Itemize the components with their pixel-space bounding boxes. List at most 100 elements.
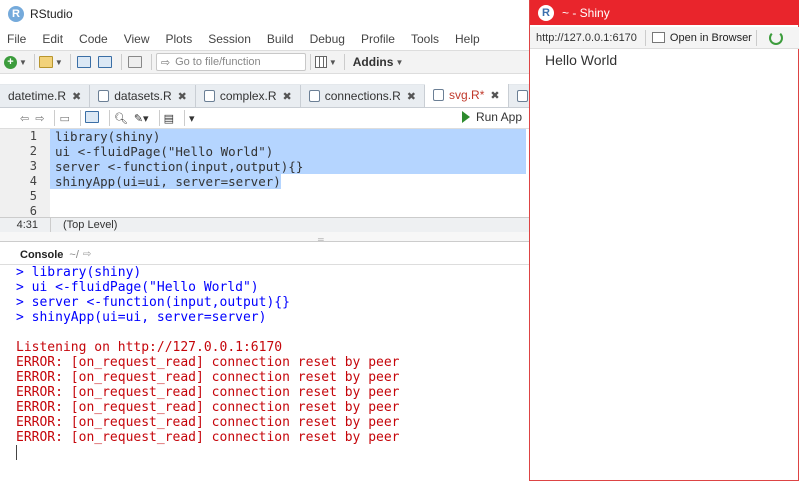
goto-directory-icon[interactable]: ⇨ [83, 249, 91, 260]
menu-session[interactable]: Session [200, 29, 259, 49]
tab-complex[interactable]: complex.R ✖ [195, 85, 301, 107]
toolbar-divider [108, 110, 110, 126]
compile-report-button[interactable]: ▤ [164, 112, 174, 125]
tab-label: datetime.R [8, 89, 67, 103]
open-file-button[interactable]: ▼ [38, 53, 63, 71]
code-line: ui <-fluidPage("Hello World") [50, 144, 526, 159]
folder-icon [38, 56, 53, 68]
shiny-window-title: ~ - Shiny [562, 5, 610, 20]
toolbar-divider [69, 54, 71, 70]
save-button[interactable] [75, 53, 93, 71]
chevron-down-icon: ▼ [19, 57, 27, 67]
console-error-line: ERROR: [on_request_read] connection rese… [16, 370, 400, 385]
console-output[interactable]: > library(shiny) > ui <-fluidPage("Hello… [0, 265, 530, 481]
run-app-button[interactable]: Run App [461, 110, 522, 124]
cursor-position: 4:31 [16, 219, 38, 231]
app-title: RStudio [30, 6, 73, 21]
line-number: 4 [29, 174, 37, 188]
close-icon[interactable]: ✖ [178, 90, 187, 103]
save-all-icon [97, 56, 112, 68]
tab-connections[interactable]: connections.R ✖ [300, 85, 426, 107]
print-icon [127, 56, 142, 68]
goto-placeholder: Go to file/function [175, 56, 261, 68]
open-in-browser-button[interactable]: Open in Browser [651, 31, 752, 44]
chevron-down-icon: ▼ [395, 57, 404, 67]
show-in-window-button[interactable]: ▭ [59, 112, 69, 125]
open-in-browser-label: Open in Browser [669, 31, 752, 44]
editor-tab-bar: datetime.R ✖ datasets.R ✖ complex.R ✖ co… [0, 84, 530, 108]
console-error-line: ERROR: [on_request_read] connection rese… [16, 415, 400, 430]
toolbar-divider [33, 54, 35, 70]
toolbar-divider [79, 110, 81, 126]
print-button[interactable] [126, 53, 144, 71]
line-number: 2 [29, 144, 37, 158]
toolbar-divider [755, 29, 757, 46]
r-logo-icon: R [538, 4, 554, 21]
menu-bar: File Edit Code View Plots Session Build … [0, 29, 530, 49]
menu-view[interactable]: View [116, 29, 158, 49]
tab-datasets[interactable]: datasets.R ✖ [90, 85, 196, 107]
more-options-button[interactable]: ▾ [189, 112, 195, 125]
console-tab[interactable]: Console [20, 249, 63, 261]
tab-label: connections.R [324, 89, 401, 103]
toolbar-divider [343, 54, 345, 70]
tab-svg[interactable]: svg.R* ✖ [425, 84, 509, 107]
toolbar-divider [150, 54, 152, 70]
run-app-label: Run App [475, 110, 522, 124]
code-lines: library(shiny) ui <-fluidPage("Hello Wor… [50, 129, 526, 219]
back-arrow-icon[interactable]: ⇦ [20, 112, 29, 125]
code-editor[interactable]: 1 2 3 4 5 6 library(shiny) ui <-fluidPag… [0, 129, 530, 219]
save-icon [76, 56, 91, 68]
menu-file[interactable]: File [0, 29, 34, 49]
console-error-line: ERROR: [on_request_read] connection rese… [16, 400, 400, 415]
grid-icon [314, 56, 327, 68]
status-divider [50, 218, 51, 232]
close-icon[interactable]: ✖ [407, 90, 416, 103]
browser-icon [651, 32, 665, 43]
close-icon[interactable]: ✖ [490, 89, 499, 102]
code-tools-button[interactable]: ✎▾ [134, 112, 149, 125]
shiny-app-output: Hello World [545, 52, 618, 68]
menu-code[interactable]: Code [71, 29, 116, 49]
save-all-button[interactable] [96, 53, 114, 71]
goto-file-input[interactable]: ⇨ Go to file/function [155, 53, 306, 71]
close-icon[interactable]: ✖ [72, 90, 81, 103]
save-button[interactable] [84, 110, 99, 126]
menu-build[interactable]: Build [259, 29, 302, 49]
close-icon[interactable]: ✖ [283, 90, 292, 103]
tab-label: datasets.R [114, 89, 172, 103]
shiny-url: http://127.0.0.1:6170 [536, 31, 637, 44]
menu-edit[interactable]: Edit [34, 29, 71, 49]
console-error-line: ERROR: [on_request_read] connection rese… [16, 355, 400, 370]
console-text-cursor [16, 445, 17, 460]
console-header: Console ~/ ⇨ [0, 245, 530, 265]
main-toolbar: + ▼ ▼ ⇨ Go to file/function ▼ Addins ▼ [0, 50, 530, 74]
addins-button[interactable]: Addins ▼ [349, 53, 404, 71]
working-directory: ~/ [69, 248, 79, 261]
tab-datetime[interactable]: datetime.R ✖ [0, 85, 91, 107]
save-icon [84, 110, 99, 123]
scope-selector[interactable]: (Top Level) [63, 219, 117, 231]
line-number: 1 [29, 129, 37, 143]
tab-label: complex.R [219, 89, 277, 103]
r-file-icon [98, 90, 110, 102]
menu-debug[interactable]: Debug [302, 29, 353, 49]
addins-label: Addins [352, 55, 394, 69]
menu-tools[interactable]: Tools [403, 29, 447, 49]
r-file-icon [516, 90, 528, 102]
new-file-button[interactable]: + ▼ [4, 53, 27, 71]
menu-plots[interactable]: Plots [158, 29, 201, 49]
search-button[interactable]: 🔍︎ [114, 112, 128, 125]
pane-layout-button[interactable]: ▼ [314, 53, 337, 71]
r-file-icon [308, 90, 320, 102]
refresh-icon[interactable] [768, 30, 783, 45]
r-logo-icon: R [8, 5, 24, 22]
menu-help[interactable]: Help [447, 29, 488, 49]
tab-x[interactable]: x [508, 85, 530, 107]
pane-splitter[interactable]: ═ [0, 232, 530, 244]
chevron-down-icon: ▼ [328, 57, 337, 67]
forward-arrow-icon[interactable]: ⇨ [35, 112, 44, 125]
code-line: server <-function(input,output){} [50, 159, 526, 174]
menu-profile[interactable]: Profile [353, 29, 403, 49]
